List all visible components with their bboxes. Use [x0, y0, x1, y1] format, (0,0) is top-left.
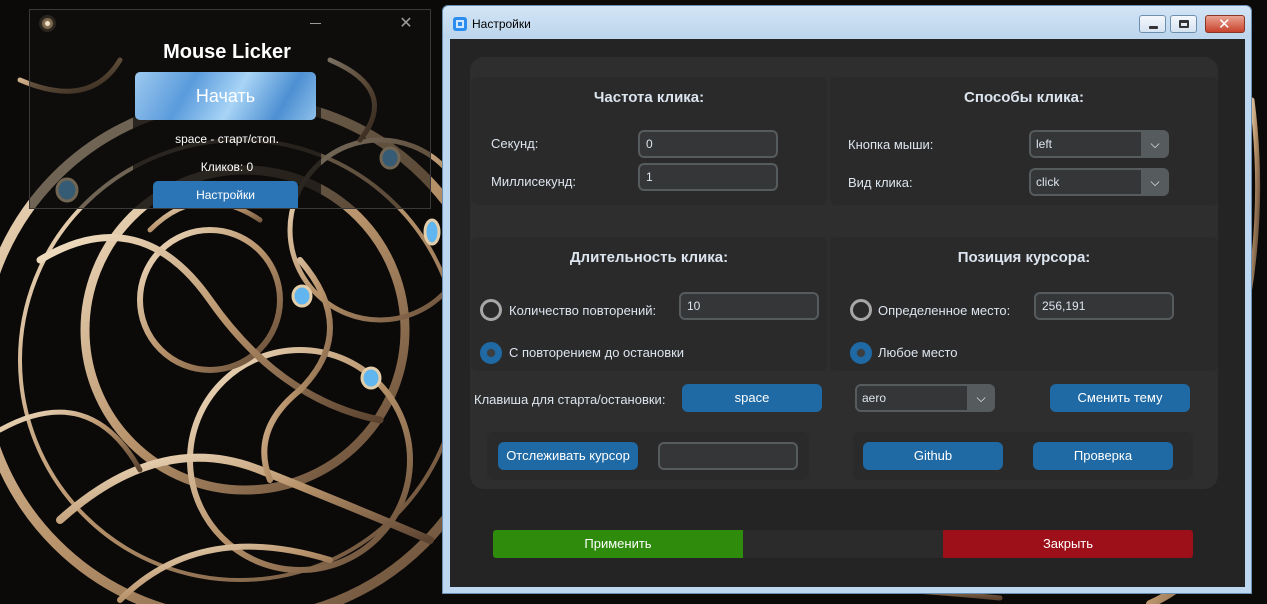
app-title: Mouse Licker	[163, 41, 291, 63]
minimize-button[interactable]	[1139, 15, 1166, 33]
hotkey-button[interactable]: space	[682, 384, 822, 412]
repeat-count-radio[interactable]	[480, 299, 502, 321]
chevron-down-icon[interactable]: ⌵	[1141, 130, 1169, 158]
check-button[interactable]: Проверка	[1033, 442, 1173, 470]
hotkey-label: Клавиша для старта/остановки:	[474, 392, 666, 407]
track-cursor-button[interactable]: Отслеживать курсор	[498, 442, 638, 470]
track-cursor-frame: Отслеживать курсор	[487, 432, 809, 480]
clicks-counter: Кликов: 0	[200, 160, 254, 174]
app-icon	[39, 15, 56, 32]
click-rate-title: Частота клика:	[593, 89, 705, 106]
mouse-licker-titlebar: ✕	[30, 10, 430, 38]
click-type-value: click	[1031, 170, 1141, 194]
fixed-place-radio[interactable]	[850, 299, 872, 321]
maximize-icon	[1179, 20, 1189, 28]
click-methods-title: Способы клика:	[964, 89, 1084, 106]
minimize-icon[interactable]	[310, 23, 321, 24]
close-icon: ✕	[1218, 15, 1231, 33]
settings-titlebar: Настройки ✕	[443, 6, 1251, 38]
apply-button[interactable]: Применить	[493, 530, 743, 558]
settings-window: Настройки ✕ Частота клика: Секунд: 0 Мил…	[442, 5, 1252, 594]
window-title: Настройки	[472, 17, 531, 31]
mouse-licker-window: ✕ Mouse Licker Начать space - старт/стоп…	[29, 9, 431, 209]
window-app-icon	[453, 17, 467, 31]
hotkey-hint: space - старт/стоп.	[175, 132, 279, 146]
click-type-select[interactable]: click ⌵	[1029, 168, 1169, 196]
seconds-input[interactable]: 0	[638, 130, 778, 158]
until-stopped-radio[interactable]	[480, 342, 502, 364]
chevron-down-icon[interactable]: ⌵	[1141, 168, 1169, 196]
close-button[interactable]: Закрыть	[943, 530, 1193, 558]
bottom-bar-spacer	[743, 530, 943, 558]
close-icon[interactable]: ✕	[398, 14, 414, 32]
cursor-position-panel: Позиция курсора: Определенное место: 256…	[830, 237, 1218, 371]
milliseconds-input[interactable]: 1	[638, 163, 778, 191]
repeat-count-input[interactable]: 10	[679, 292, 819, 320]
click-duration-title: Длительность клика:	[569, 249, 729, 266]
any-place-radio[interactable]	[850, 342, 872, 364]
mouse-button-label: Кнопка мыши:	[848, 137, 934, 152]
click-type-label: Вид клика:	[848, 175, 913, 190]
click-methods-panel: Способы клика: Кнопка мыши: left ⌵ Вид к…	[830, 77, 1218, 205]
until-stopped-label: С повторением до остановки	[509, 345, 685, 360]
maximize-button[interactable]	[1170, 15, 1197, 33]
start-button[interactable]: Начать	[135, 72, 316, 120]
click-duration-panel: Длительность клика: Количество повторени…	[471, 237, 827, 371]
track-cursor-output[interactable]	[658, 442, 798, 470]
chevron-down-icon[interactable]: ⌵	[967, 384, 995, 412]
change-theme-button[interactable]: Сменить тему	[1050, 384, 1190, 412]
theme-value: aero	[857, 386, 967, 410]
cursor-position-title: Позиция курсора:	[957, 249, 1091, 266]
seconds-label: Секунд:	[491, 136, 539, 151]
repeat-count-label: Количество повторений:	[509, 303, 657, 318]
mouse-button-value: left	[1031, 132, 1141, 156]
minimize-icon	[1149, 26, 1158, 29]
milliseconds-label: Миллисекунд:	[491, 174, 576, 189]
links-frame: Github Проверка	[853, 432, 1193, 480]
settings-button[interactable]: Настройки	[153, 181, 298, 208]
fixed-place-label: Определенное место:	[878, 303, 1011, 318]
github-button[interactable]: Github	[863, 442, 1003, 470]
window-close-button[interactable]: ✕	[1205, 15, 1245, 33]
theme-select[interactable]: aero ⌵	[855, 384, 995, 412]
fixed-place-input[interactable]: 256,191	[1034, 292, 1174, 320]
any-place-label: Любое место	[878, 345, 958, 360]
click-rate-panel: Частота клика: Секунд: 0 Миллисекунд: 1	[471, 77, 827, 205]
mouse-button-select[interactable]: left ⌵	[1029, 130, 1169, 158]
settings-client-area: Частота клика: Секунд: 0 Миллисекунд: 1 …	[450, 39, 1245, 587]
